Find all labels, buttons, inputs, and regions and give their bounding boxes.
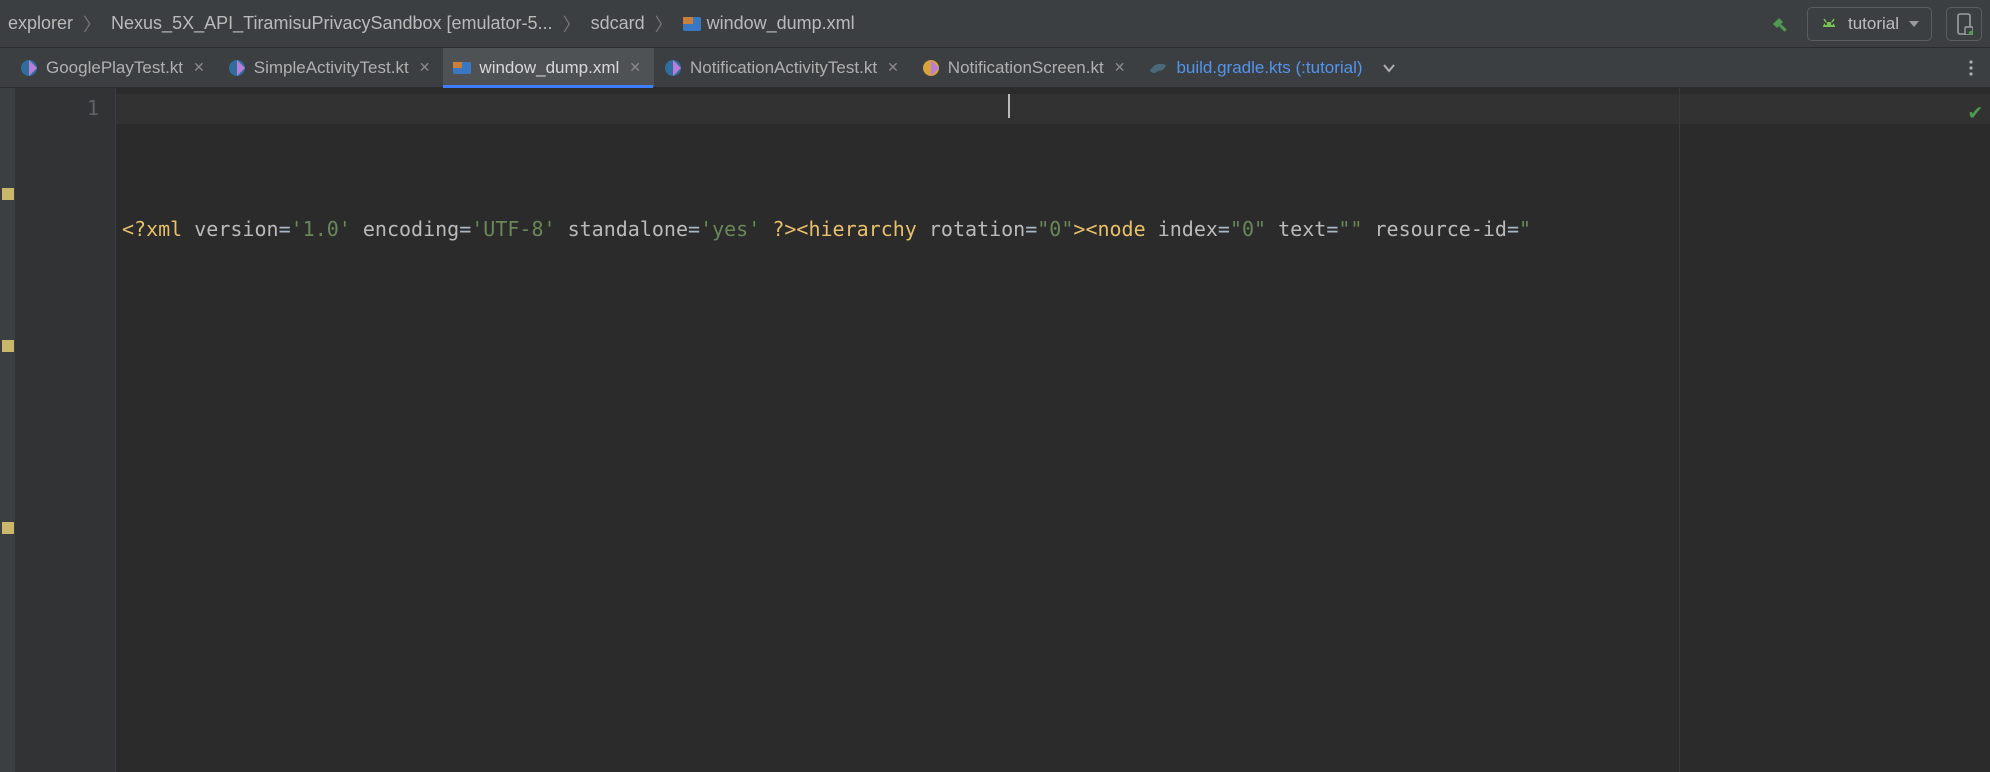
tab-label: GooglePlayTest.kt xyxy=(46,58,183,78)
tab-build-gradle[interactable]: build.gradle.kts (:tutorial) xyxy=(1138,48,1373,87)
close-icon[interactable]: ✕ xyxy=(1112,59,1128,76)
xml-eq: = xyxy=(1218,217,1230,241)
tabs-overflow-button[interactable] xyxy=(1374,48,1404,87)
build-hammer-icon[interactable] xyxy=(1769,12,1793,36)
gutter-marker[interactable] xyxy=(2,340,14,352)
chevron-right-icon: 〉 xyxy=(649,11,679,37)
tab-simpleactivitytest[interactable]: SimpleActivityTest.kt ✕ xyxy=(218,48,444,87)
xml-eq: = xyxy=(688,217,700,241)
close-icon[interactable]: ✕ xyxy=(627,59,643,76)
main-toolbar: explorer 〉 Nexus_5X_API_TiramisuPrivacyS… xyxy=(0,0,1990,48)
xml-string: "0" xyxy=(1037,217,1073,241)
xml-file-icon xyxy=(683,15,701,33)
code-editor[interactable]: <?xml version='1.0' encoding='UTF-8' sta… xyxy=(116,88,1990,772)
tab-notificationscreen[interactable]: NotificationScreen.kt ✕ xyxy=(912,48,1139,87)
xml-tag-close: > xyxy=(1073,217,1085,241)
xml-attr: text xyxy=(1278,217,1326,241)
xml-file-icon xyxy=(453,59,471,77)
xml-eq: = xyxy=(459,217,471,241)
close-icon[interactable]: ✕ xyxy=(417,59,433,76)
breadcrumb-file-label: window_dump.xml xyxy=(707,13,855,34)
kotlin-file-icon xyxy=(922,59,940,77)
run-configuration-selector[interactable]: tutorial xyxy=(1807,7,1932,41)
android-icon xyxy=(1820,15,1838,33)
code-line: <?xml version='1.0' encoding='UTF-8' sta… xyxy=(122,214,1990,244)
xml-attr: rotation xyxy=(929,217,1025,241)
tab-label: window_dump.xml xyxy=(479,58,619,78)
tab-window-dump[interactable]: window_dump.xml ✕ xyxy=(443,48,654,87)
xml-pi-close: ?> xyxy=(772,217,796,241)
xml-attr: encoding xyxy=(363,217,459,241)
xml-eq: = xyxy=(1025,217,1037,241)
xml-string: "0" xyxy=(1230,217,1266,241)
xml-string: '1.0' xyxy=(291,217,351,241)
xml-string: " xyxy=(1519,217,1531,241)
tab-label: NotificationScreen.kt xyxy=(948,58,1104,78)
left-side-gutter xyxy=(0,88,16,772)
chevron-down-icon xyxy=(1909,21,1919,27)
xml-string: 'UTF-8' xyxy=(471,217,555,241)
tabs-more-button[interactable] xyxy=(1956,48,1986,87)
line-number-gutter: 1 xyxy=(16,88,116,772)
breadcrumb: explorer 〉 Nexus_5X_API_TiramisuPrivacyS… xyxy=(8,11,855,37)
select-device-button[interactable] xyxy=(1946,7,1982,41)
right-margin-guide xyxy=(1679,88,1680,772)
editor-area: 1 <?xml version='1.0' encoding='UTF-8' s… xyxy=(0,88,1990,772)
xml-pi-open: <? xyxy=(122,217,146,241)
current-line-highlight xyxy=(116,94,1990,124)
xml-attr: standalone xyxy=(568,217,688,241)
xml-eq: = xyxy=(1507,217,1519,241)
tab-notificationactivitytest[interactable]: NotificationActivityTest.kt ✕ xyxy=(654,48,912,87)
toolbar-right: tutorial xyxy=(1769,7,1982,41)
xml-attr: version xyxy=(194,217,278,241)
tab-label: NotificationActivityTest.kt xyxy=(690,58,877,78)
gradle-file-icon xyxy=(1148,59,1168,77)
text-caret xyxy=(1008,94,1010,118)
close-icon[interactable]: ✕ xyxy=(885,59,901,76)
close-icon[interactable]: ✕ xyxy=(191,59,207,76)
gutter-marker[interactable] xyxy=(2,188,14,200)
line-number: 1 xyxy=(16,96,99,120)
xml-string: 'yes' xyxy=(700,217,760,241)
xml-attr: index xyxy=(1158,217,1218,241)
breadcrumb-item-file[interactable]: window_dump.xml xyxy=(683,13,855,34)
xml-eq: = xyxy=(279,217,291,241)
chevron-right-icon: 〉 xyxy=(557,11,587,37)
xml-eq: = xyxy=(1326,217,1338,241)
gutter-marker[interactable] xyxy=(2,522,14,534)
tab-googleplaytest[interactable]: GooglePlayTest.kt ✕ xyxy=(10,48,218,87)
breadcrumb-item-device[interactable]: Nexus_5X_API_TiramisuPrivacySandbox [emu… xyxy=(111,13,553,34)
kotlin-file-icon xyxy=(228,59,246,77)
xml-pi-name: xml xyxy=(146,217,182,241)
xml-string: "" xyxy=(1338,217,1362,241)
xml-tag: <hierarchy xyxy=(796,217,916,241)
kotlin-file-icon xyxy=(664,59,682,77)
xml-attr: resource-id xyxy=(1375,217,1507,241)
editor-tabstrip: GooglePlayTest.kt ✕ SimpleActivityTest.k… xyxy=(0,48,1990,88)
side-markers xyxy=(0,88,15,534)
breadcrumb-item-sdcard[interactable]: sdcard xyxy=(591,13,645,34)
inspection-ok-icon[interactable]: ✔ xyxy=(1969,98,1982,128)
kotlin-file-icon xyxy=(20,59,38,77)
tab-label: SimpleActivityTest.kt xyxy=(254,58,409,78)
tab-label: build.gradle.kts (:tutorial) xyxy=(1176,58,1362,78)
xml-tag: <node xyxy=(1085,217,1145,241)
chevron-right-icon: 〉 xyxy=(77,11,107,37)
breadcrumb-item-explorer[interactable]: explorer xyxy=(8,13,73,34)
run-configuration-label: tutorial xyxy=(1848,14,1899,34)
